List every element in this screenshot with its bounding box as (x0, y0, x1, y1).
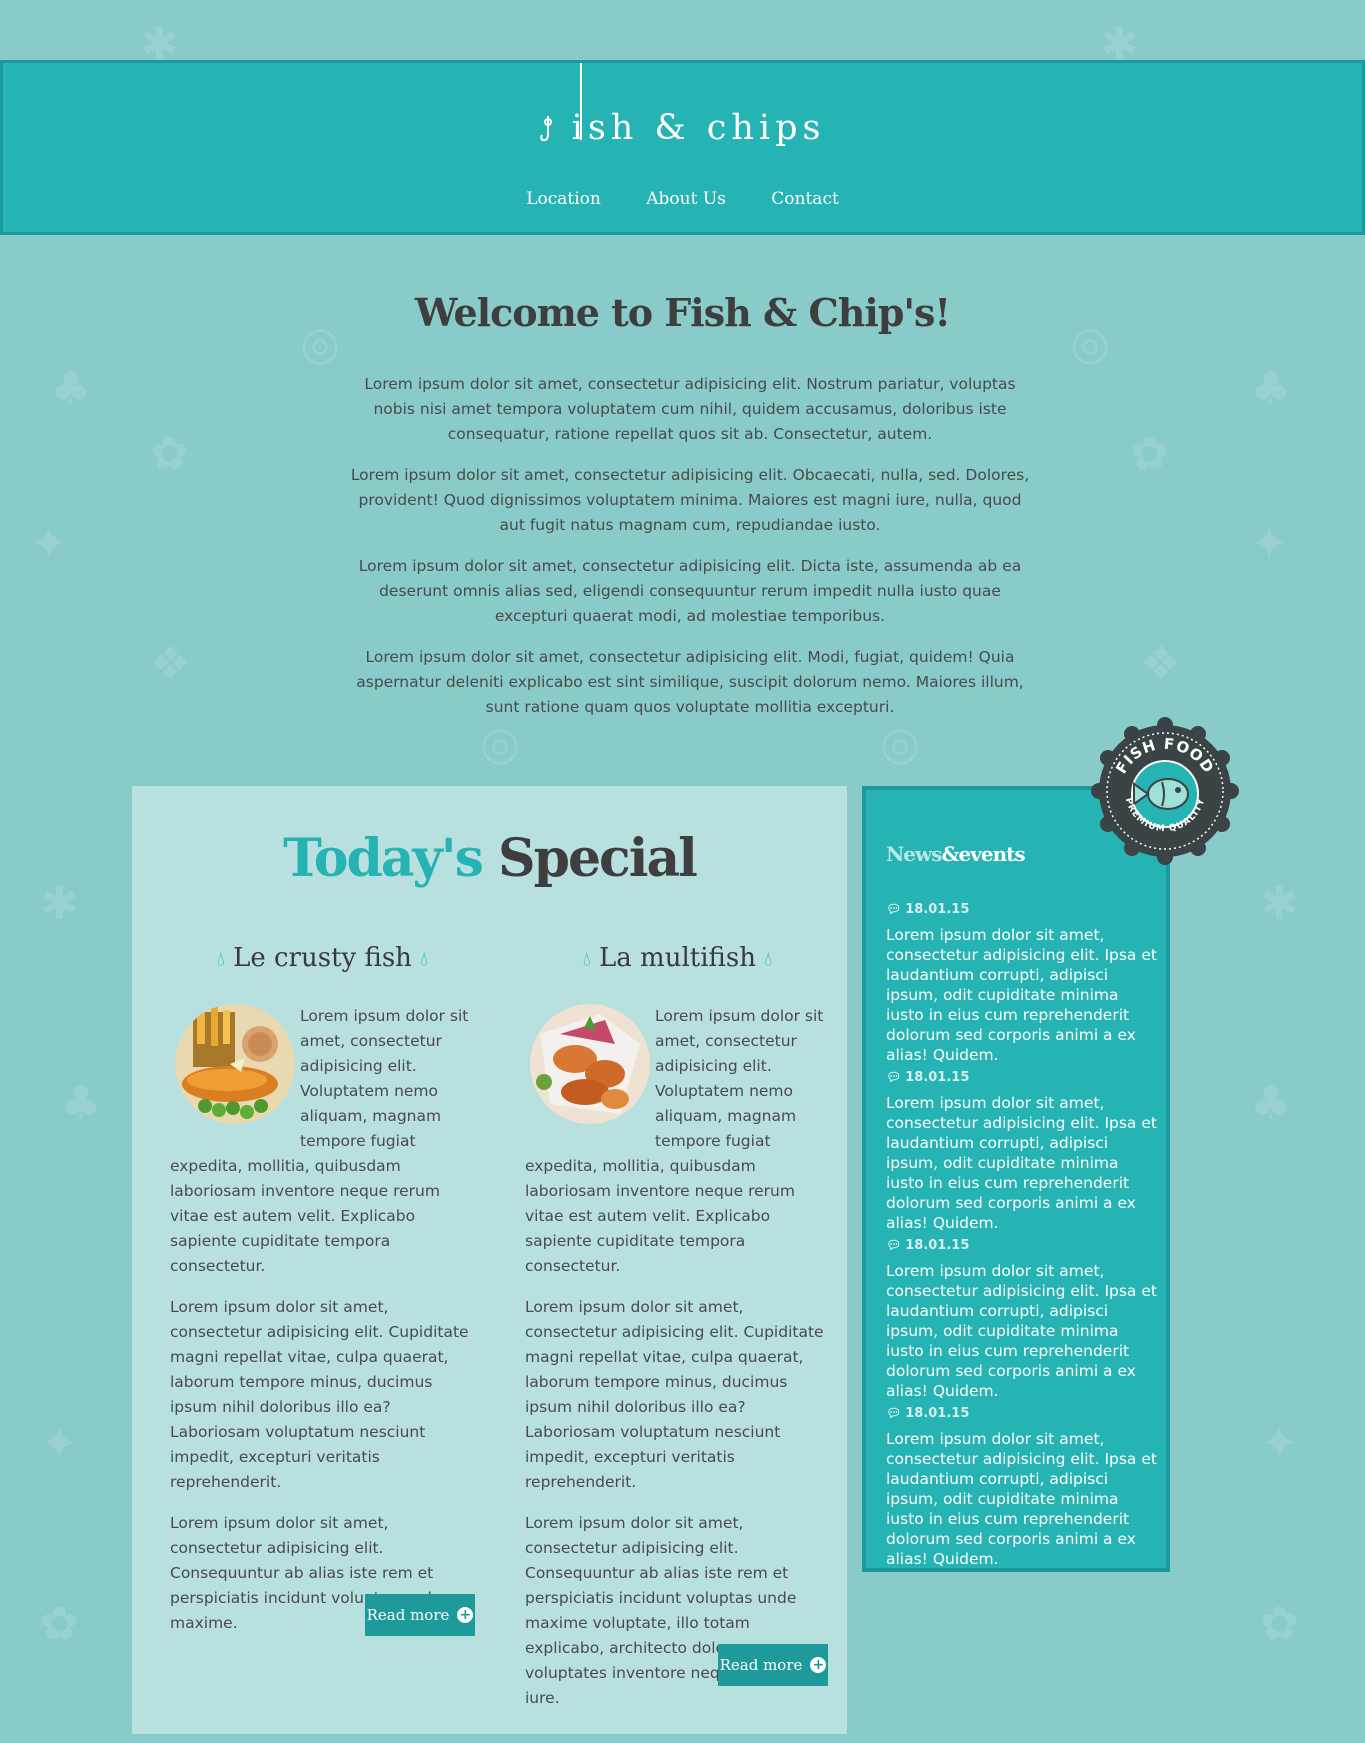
plus-circle-icon: + (457, 1607, 474, 1623)
comment-bubble-icon: 💬︎ (886, 1070, 902, 1084)
news-text[interactable]: Lorem ipsum dolor sit amet, consectetur … (886, 925, 1158, 1065)
news-date-value: 18.01.15 (905, 1238, 970, 1253)
news-date: 💬︎ 18.01.15 (886, 1238, 1158, 1253)
special-item-name: Le crusty fish (233, 943, 412, 973)
comment-bubble-icon: 💬︎ (886, 1406, 902, 1420)
site-header: ish & chips Location About Us Contact (0, 60, 1365, 235)
todays-special-panel: Today's Special 💧︎ Le crusty fish 💧︎ Lor… (132, 786, 847, 1734)
nav-location[interactable]: Location (526, 189, 601, 209)
water-drop-icon: 💧︎ (420, 946, 429, 971)
comment-bubble-icon: 💬︎ (886, 1238, 902, 1252)
specials-title-rest: Special (481, 828, 698, 889)
read-more-button[interactable]: Read more + (718, 1644, 828, 1686)
news-item: 💬︎ 18.01.15 Lorem ipsum dolor sit amet, c… (886, 902, 1158, 1065)
fish-food-badge: FISH FOOD PREMIUM QUALITY (1090, 716, 1240, 866)
read-more-button[interactable]: Read more + (365, 1594, 475, 1636)
nav-about-us[interactable]: About Us (646, 189, 726, 209)
site-logo[interactable]: ish & chips (3, 63, 1362, 148)
intro-paragraph: Lorem ipsum dolor sit amet, consectetur … (356, 648, 1024, 716)
news-date: 💬︎ 18.01.15 (886, 1070, 1158, 1085)
special-item-crusty-fish: 💧︎ Le crusty fish 💧︎ Lorem ipsum dolor s… (170, 943, 475, 1652)
news-text[interactable]: Lorem ipsum dolor sit amet, consectetur … (886, 1261, 1158, 1401)
news-title: News&events (886, 842, 1026, 866)
intro-paragraph: Lorem ipsum dolor sit amet, consectetur … (358, 557, 1022, 625)
news-title-light: News (886, 842, 942, 866)
specials-title: Today's Special (132, 828, 847, 889)
read-more-label: Read more (366, 1606, 450, 1624)
news-text[interactable]: Lorem ipsum dolor sit amet, consectetur … (886, 1429, 1158, 1569)
logo-text: ish & chips (571, 108, 826, 148)
news-item: 💬︎ 18.01.15 Lorem ipsum dolor sit amet, c… (886, 1070, 1158, 1233)
intro-paragraph: Lorem ipsum dolor sit amet, consectetur … (364, 375, 1016, 443)
main-nav: Location About Us Contact (3, 189, 1362, 209)
multifish-photo (530, 1003, 650, 1124)
read-more-label: Read more (719, 1656, 803, 1674)
nav-contact[interactable]: Contact (771, 189, 839, 209)
special-item-multifish: 💧︎ La multifish 💧︎ Lorem ipsum dolor sit… (525, 943, 830, 1727)
news-events-panel: News&events 💬︎ 18.01.15 Lorem ipsum dolor… (862, 786, 1170, 1572)
special-item-paragraph: Lorem ipsum dolor sit amet, consectetur … (525, 1297, 824, 1491)
special-item-title: 💧︎ Le crusty fish 💧︎ (170, 943, 475, 973)
news-date-value: 18.01.15 (905, 902, 970, 917)
news-date-value: 18.01.15 (905, 1070, 970, 1085)
crusty-fish-photo (175, 1003, 295, 1124)
special-item-name: La multifish (599, 943, 756, 973)
news-item: 💬︎ 18.01.15 Lorem ipsum dolor sit amet, c… (886, 1406, 1158, 1569)
hook-icon (580, 63, 582, 140)
news-title-bold: &events (941, 842, 1025, 866)
news-date: 💬︎ 18.01.15 (886, 1406, 1158, 1421)
water-drop-icon: 💧︎ (764, 946, 773, 971)
news-item: 💬︎ 18.01.15 Lorem ipsum dolor sit amet, c… (886, 1238, 1158, 1401)
plus-circle-icon: + (810, 1657, 827, 1673)
page-title: Welcome to Fish & Chip's! (414, 290, 951, 335)
special-item-paragraph: Lorem ipsum dolor sit amet, consectetur … (170, 1297, 469, 1491)
specials-title-accent: Today's (283, 828, 484, 889)
water-drop-icon: 💧︎ (216, 946, 225, 971)
intro-section: Lorem ipsum dolor sit amet, consectetur … (350, 372, 1030, 736)
water-drop-icon: 💧︎ (582, 946, 591, 971)
news-text[interactable]: Lorem ipsum dolor sit amet, consectetur … (886, 1093, 1158, 1233)
intro-paragraph: Lorem ipsum dolor sit amet, consectetur … (350, 466, 1030, 534)
news-date: 💬︎ 18.01.15 (886, 902, 1158, 917)
special-item-title: 💧︎ La multifish 💧︎ (525, 943, 830, 973)
comment-bubble-icon: 💬︎ (886, 902, 902, 916)
hook-curl-icon (539, 108, 572, 148)
news-date-value: 18.01.15 (905, 1406, 970, 1421)
